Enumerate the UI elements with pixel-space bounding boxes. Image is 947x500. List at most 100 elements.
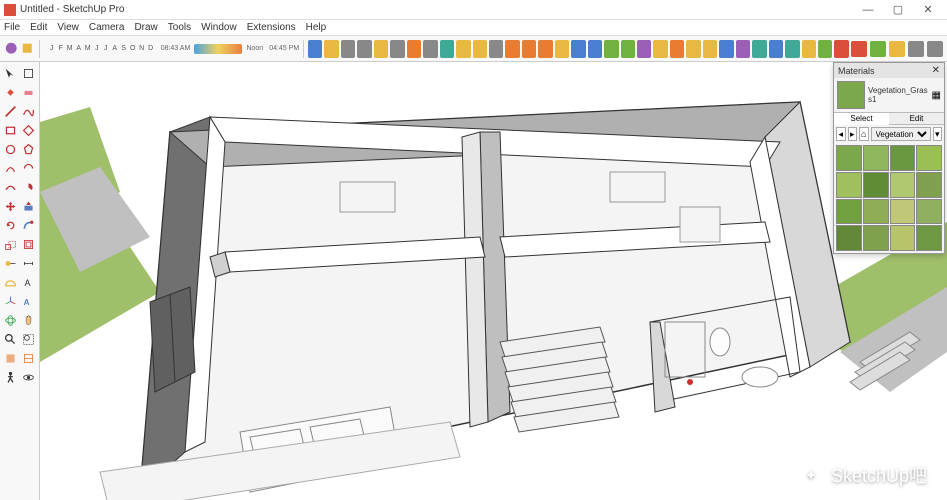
select-tool[interactable] <box>2 64 19 82</box>
dimension-tool[interactable] <box>20 254 37 272</box>
ext-icon[interactable] <box>374 40 388 58</box>
menu-view[interactable]: View <box>57 22 79 33</box>
ext-icon[interactable] <box>703 40 717 58</box>
zoom-extents-tool[interactable] <box>20 330 37 348</box>
ext-icon[interactable] <box>851 41 867 57</box>
material-create-icon[interactable]: ▦ <box>932 90 941 101</box>
rectangle-tool[interactable] <box>2 121 19 139</box>
viewport-3d[interactable]: Materials ✕ Vegetation_Grass1 ▦ Select E… <box>40 62 947 500</box>
scale-tool[interactable] <box>2 235 19 253</box>
ext-icon[interactable] <box>571 40 585 58</box>
ext-icon[interactable] <box>889 41 905 57</box>
3d-text-tool[interactable]: A <box>20 292 37 310</box>
material-swatch[interactable] <box>890 172 916 198</box>
walk-tool[interactable] <box>2 368 19 386</box>
maximize-button[interactable]: ▢ <box>883 3 913 16</box>
ext-icon[interactable] <box>769 40 783 58</box>
ext-icon[interactable] <box>908 41 924 57</box>
rotated-rect-tool[interactable] <box>20 121 37 139</box>
material-swatch[interactable] <box>916 225 942 251</box>
material-swatch[interactable] <box>916 172 942 198</box>
menu-help[interactable]: Help <box>306 22 327 33</box>
ext-icon[interactable] <box>522 40 536 58</box>
section-plane-tool[interactable] <box>2 349 19 367</box>
ext-icon[interactable] <box>653 40 667 58</box>
material-swatch[interactable] <box>863 145 889 171</box>
close-button[interactable]: ✕ <box>913 3 943 16</box>
pan-tool[interactable] <box>20 311 37 329</box>
section-display-tool[interactable] <box>20 349 37 367</box>
ext-icon[interactable] <box>785 40 799 58</box>
rotate-tool[interactable] <box>2 216 19 234</box>
ext-icon[interactable] <box>423 40 437 58</box>
tape-measure-tool[interactable] <box>2 254 19 272</box>
pie-tool[interactable] <box>20 178 37 196</box>
tab-edit[interactable]: Edit <box>889 113 944 124</box>
freehand-tool[interactable] <box>20 102 37 120</box>
material-swatch[interactable] <box>863 225 889 251</box>
ext-icon[interactable] <box>802 40 816 58</box>
ext-icon[interactable] <box>473 40 487 58</box>
eraser-tool[interactable] <box>20 83 37 101</box>
ext-icon[interactable] <box>505 40 519 58</box>
ext-icon[interactable] <box>686 40 700 58</box>
ext-icon[interactable] <box>870 41 886 57</box>
menu-extensions[interactable]: Extensions <box>247 22 296 33</box>
menu-draw[interactable]: Draw <box>134 22 157 33</box>
look-around-tool[interactable] <box>20 368 37 386</box>
material-swatch[interactable] <box>863 172 889 198</box>
ext-icon[interactable] <box>390 40 404 58</box>
plugin-icon[interactable] <box>4 40 18 58</box>
line-tool[interactable] <box>2 102 19 120</box>
ext-icon[interactable] <box>621 40 635 58</box>
ext-icon[interactable] <box>927 41 943 57</box>
ext-icon[interactable] <box>407 40 421 58</box>
axes-tool[interactable] <box>2 292 19 310</box>
follow-me-tool[interactable] <box>20 216 37 234</box>
ext-icon[interactable] <box>637 40 651 58</box>
ext-icon[interactable] <box>324 40 338 58</box>
menu-icon[interactable]: ▾ <box>933 127 943 141</box>
shadow-time-slider[interactable] <box>194 44 242 54</box>
material-swatch[interactable] <box>890 145 916 171</box>
menu-edit[interactable]: Edit <box>30 22 47 33</box>
home-icon[interactable]: ⌂ <box>859 127 869 141</box>
ext-icon[interactable] <box>736 40 750 58</box>
ext-icon[interactable] <box>357 40 371 58</box>
menu-camera[interactable]: Camera <box>89 22 125 33</box>
minimize-button[interactable]: — <box>853 4 883 16</box>
material-swatch[interactable] <box>836 225 862 251</box>
menu-tools[interactable]: Tools <box>168 22 191 33</box>
make-component-tool[interactable] <box>20 64 37 82</box>
ext-icon[interactable] <box>538 40 552 58</box>
ext-icon[interactable] <box>308 40 322 58</box>
menu-window[interactable]: Window <box>201 22 237 33</box>
nav-fwd-icon[interactable]: ▸ <box>848 127 858 141</box>
ext-icon[interactable] <box>456 40 470 58</box>
ext-icon[interactable] <box>834 40 848 58</box>
ext-icon[interactable] <box>555 40 569 58</box>
material-swatch[interactable] <box>890 225 916 251</box>
text-tool[interactable]: A <box>20 273 37 291</box>
ext-icon[interactable] <box>489 40 503 58</box>
ext-icon[interactable] <box>588 40 602 58</box>
move-tool[interactable] <box>2 197 19 215</box>
orbit-tool[interactable] <box>2 311 19 329</box>
ext-icon[interactable] <box>719 40 733 58</box>
material-preview[interactable] <box>837 81 865 109</box>
ext-icon[interactable] <box>818 40 832 58</box>
material-swatch[interactable] <box>890 199 916 225</box>
2pt-arc-tool[interactable] <box>20 159 37 177</box>
material-swatch[interactable] <box>916 145 942 171</box>
offset-tool[interactable] <box>20 235 37 253</box>
tab-select[interactable]: Select <box>834 113 889 125</box>
ext-icon[interactable] <box>440 40 454 58</box>
plugin-icon[interactable] <box>20 40 34 58</box>
push-pull-tool[interactable] <box>20 197 37 215</box>
library-dropdown[interactable]: Vegetation <box>871 127 931 141</box>
ext-icon[interactable] <box>752 40 766 58</box>
ext-icon[interactable] <box>670 40 684 58</box>
polygon-tool[interactable] <box>20 140 37 158</box>
materials-panel-header[interactable]: Materials ✕ <box>834 63 944 78</box>
ext-icon[interactable] <box>341 40 355 58</box>
